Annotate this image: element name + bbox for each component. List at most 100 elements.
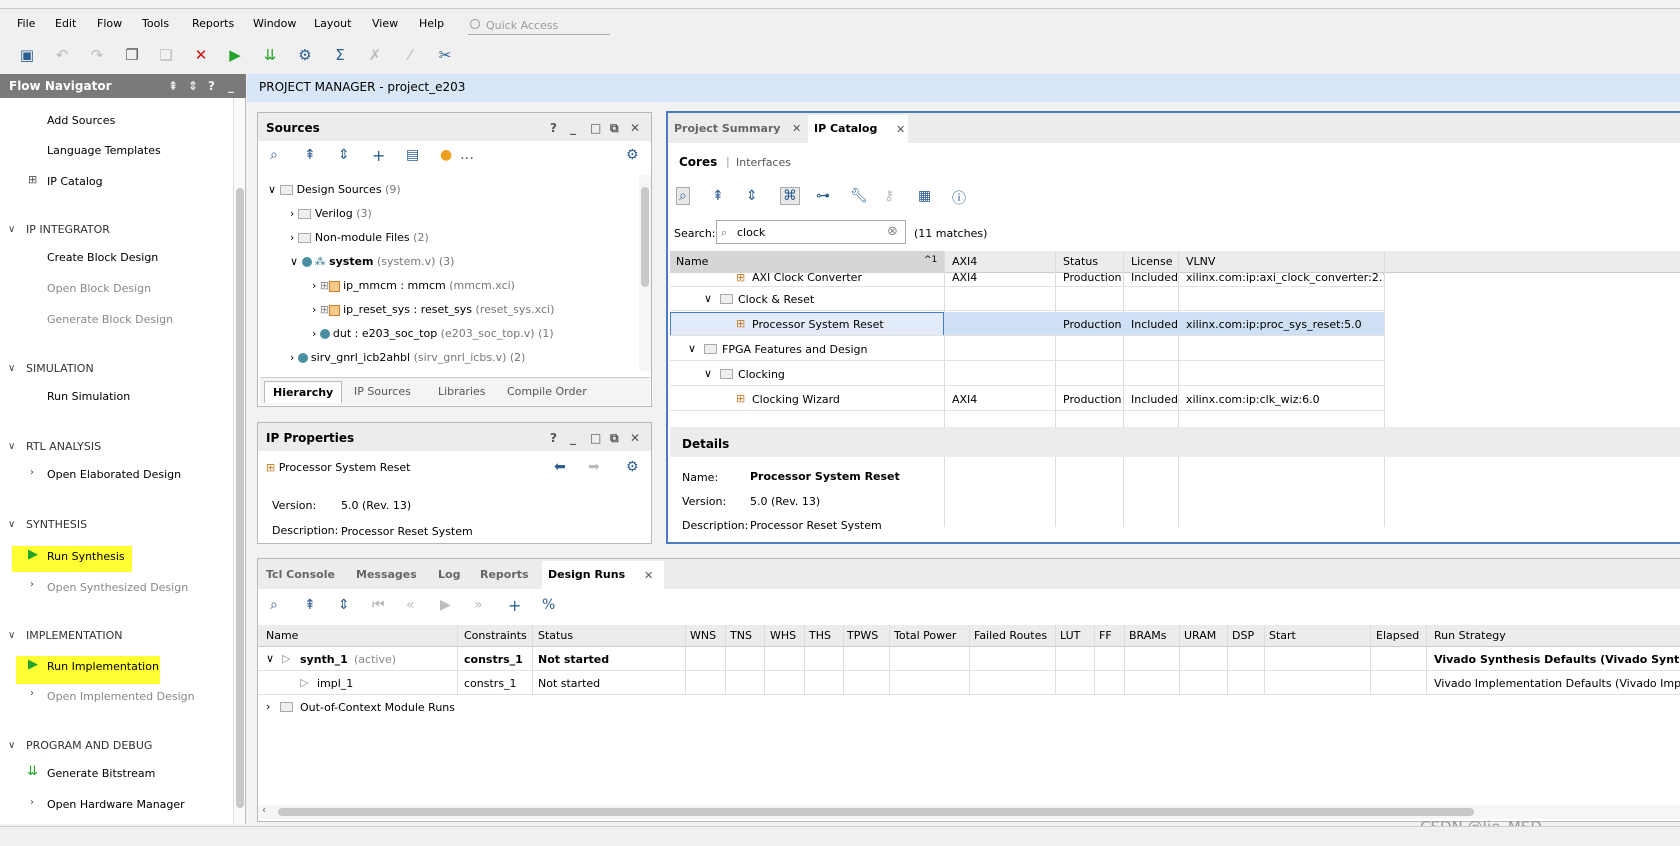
flow-navigator-scrollbar[interactable] xyxy=(233,98,245,824)
tab-hierarchy[interactable]: Hierarchy xyxy=(264,381,343,403)
properties-icon[interactable]: ▤ xyxy=(406,147,419,163)
nav-run-simulation[interactable]: Run Simulation xyxy=(47,390,130,403)
add-icon[interactable]: + xyxy=(372,146,385,165)
key-icon[interactable]: ⚷ xyxy=(884,188,894,204)
tab-reports[interactable]: Reports xyxy=(480,568,529,581)
collapse-all-icon[interactable]: ⇞ xyxy=(304,147,316,163)
scrollbar-thumb[interactable] xyxy=(641,187,649,287)
menu-file[interactable]: File xyxy=(17,17,35,30)
section-rtl-analysis[interactable]: RTL ANALYSIS xyxy=(26,440,101,453)
tree-ip-reset[interactable]: › ⊞ ip_reset_sys : reset_sys (reset_sys.x… xyxy=(312,303,554,316)
runs-col-failed-routes[interactable]: Failed Routes xyxy=(974,629,1047,642)
chevron-down-icon[interactable]: ∨ xyxy=(8,363,15,374)
play-icon[interactable]: ▶ xyxy=(440,597,451,613)
clear-icon[interactable]: ⊗ xyxy=(887,224,898,239)
float-icon[interactable]: ⧉ xyxy=(610,121,619,136)
section-program-debug[interactable]: PROGRAM AND DEBUG xyxy=(26,739,152,752)
sources-scrollbar[interactable] xyxy=(639,175,651,371)
minimize-icon[interactable]: _ xyxy=(228,79,234,93)
more-icon[interactable]: … xyxy=(460,147,474,163)
subtab-interfaces[interactable]: Interfaces xyxy=(736,156,791,169)
tab-project-summary[interactable]: Project Summary xyxy=(674,122,781,135)
close-icon[interactable]: ✕ xyxy=(896,123,905,136)
runs-col-brams[interactable]: BRAMs xyxy=(1129,629,1167,642)
menu-edit[interactable]: Edit xyxy=(55,17,76,30)
nav-create-block-design[interactable]: Create Block Design xyxy=(47,251,158,264)
debug-icon[interactable]: ✗ xyxy=(366,46,384,64)
runs-hscrollbar[interactable]: ‹ xyxy=(258,805,1680,819)
runs-col-status[interactable]: Status xyxy=(538,629,573,642)
chevron-down-icon[interactable]: ∨ xyxy=(704,367,712,380)
scrollbar-thumb[interactable] xyxy=(236,188,244,808)
runs-col-tpws[interactable]: TPWS xyxy=(847,629,878,642)
hierarchy-icon[interactable]: ⊶ xyxy=(816,188,830,204)
tab-log[interactable]: Log xyxy=(438,568,460,581)
chevron-down-icon[interactable]: ∨ xyxy=(8,740,15,751)
open-project-icon[interactable]: ▣ xyxy=(18,46,36,64)
collapse-all-icon[interactable]: ⇞ xyxy=(304,597,316,613)
table-row[interactable]: ∨ Clock & Reset xyxy=(670,287,1384,311)
col-name[interactable]: Name xyxy=(676,255,708,268)
table-row[interactable]: ∨ Clocking xyxy=(670,362,1384,386)
runs-col-wns[interactable]: WNS xyxy=(690,629,716,642)
sort-asc-icon[interactable]: ^1 xyxy=(924,255,937,265)
tab-messages[interactable]: Messages xyxy=(356,568,417,581)
collapse-all-icon[interactable]: ⇞ xyxy=(168,79,178,93)
run-icon[interactable]: ▶ xyxy=(226,46,244,64)
close-icon[interactable]: ✕ xyxy=(630,431,640,445)
runs-col-total-power[interactable]: Total Power xyxy=(894,629,956,642)
table-row-selected[interactable]: ⊞ Processor System Reset Production Incl… xyxy=(670,312,1384,336)
chevron-right-icon[interactable]: › xyxy=(30,688,34,699)
delete-icon[interactable]: ✕ xyxy=(192,46,210,64)
col-axi4[interactable]: AXI4 xyxy=(952,255,977,268)
nav-open-elaborated-design[interactable]: Open Elaborated Design xyxy=(47,468,181,481)
section-implementation[interactable]: IMPLEMENTATION xyxy=(26,629,123,642)
gear-icon[interactable]: ⚙ xyxy=(626,147,639,163)
filter-icon[interactable]: ⌘ xyxy=(780,187,800,205)
chevron-right-icon[interactable]: › xyxy=(30,797,34,808)
chevron-down-icon[interactable]: ∨ xyxy=(704,292,712,305)
nav-language-templates[interactable]: Language Templates xyxy=(47,144,161,157)
col-license[interactable]: License xyxy=(1131,255,1172,268)
chevron-right-icon[interactable]: › xyxy=(30,579,34,590)
runs-col-start[interactable]: Start xyxy=(1269,629,1296,642)
sigma-icon[interactable]: Σ xyxy=(331,46,349,64)
chevron-down-icon[interactable]: ∨ xyxy=(8,630,15,641)
back-arrow-icon[interactable]: ⬅ xyxy=(554,459,566,475)
runs-col-whs[interactable]: WHS xyxy=(770,629,796,642)
catalog-search-input[interactable]: ⌕ clock ⊗ xyxy=(716,220,906,244)
tree-nonmodule[interactable]: › Non-module Files (2) xyxy=(290,231,429,244)
redo-icon[interactable]: ↷ xyxy=(88,46,106,64)
section-ip-integrator[interactable]: IP INTEGRATOR xyxy=(26,223,110,236)
maximize-icon[interactable]: □ xyxy=(590,121,601,135)
chevron-right-icon[interactable]: › xyxy=(30,467,34,478)
col-vlnv[interactable]: VLNV xyxy=(1186,255,1215,268)
first-icon[interactable]: ⏮ xyxy=(372,597,385,613)
tree-dut[interactable]: › dut : e203_soc_top (e203_soc_top.v) (1… xyxy=(312,327,554,340)
menu-layout[interactable]: Layout xyxy=(314,17,351,30)
search-icon[interactable]: ⌕ xyxy=(676,187,690,205)
help-icon[interactable]: ? xyxy=(550,431,557,445)
expand-all-icon[interactable]: ⇕ xyxy=(338,147,350,163)
menu-reports[interactable]: Reports xyxy=(192,17,234,30)
tab-ip-catalog[interactable]: IP Catalog xyxy=(814,122,877,135)
nav-generate-block-design[interactable]: Generate Block Design xyxy=(47,313,173,326)
runs-col-run-strategy[interactable]: Run Strategy xyxy=(1434,629,1506,642)
menu-tools[interactable]: Tools xyxy=(142,17,169,30)
tree-ip-mmcm[interactable]: › ⊞ ip_mmcm : mmcm (mmcm.xci) xyxy=(312,279,515,292)
chevron-down-icon[interactable]: ∨ xyxy=(8,441,15,452)
runs-col-name[interactable]: Name xyxy=(266,629,298,642)
gear-icon[interactable]: ⚙ xyxy=(626,459,639,475)
nav-run-implementation[interactable]: Run Implementation xyxy=(47,660,159,673)
scrollbar-thumb[interactable] xyxy=(278,808,1474,816)
close-icon[interactable]: ✕ xyxy=(644,569,653,582)
runs-col-tns[interactable]: TNS xyxy=(730,629,752,642)
tree-ooc-runs[interactable]: › Out-of-Context Module Runs xyxy=(258,695,678,719)
subtab-cores[interactable]: Cores xyxy=(679,155,717,169)
section-synthesis[interactable]: SYNTHESIS xyxy=(26,518,87,531)
col-status[interactable]: Status xyxy=(1063,255,1098,268)
tab-compile-order[interactable]: Compile Order xyxy=(499,381,595,403)
rewind-icon[interactable]: « xyxy=(406,597,415,613)
add-icon[interactable]: + xyxy=(508,596,521,615)
info-icon[interactable]: ⓘ xyxy=(952,188,966,208)
